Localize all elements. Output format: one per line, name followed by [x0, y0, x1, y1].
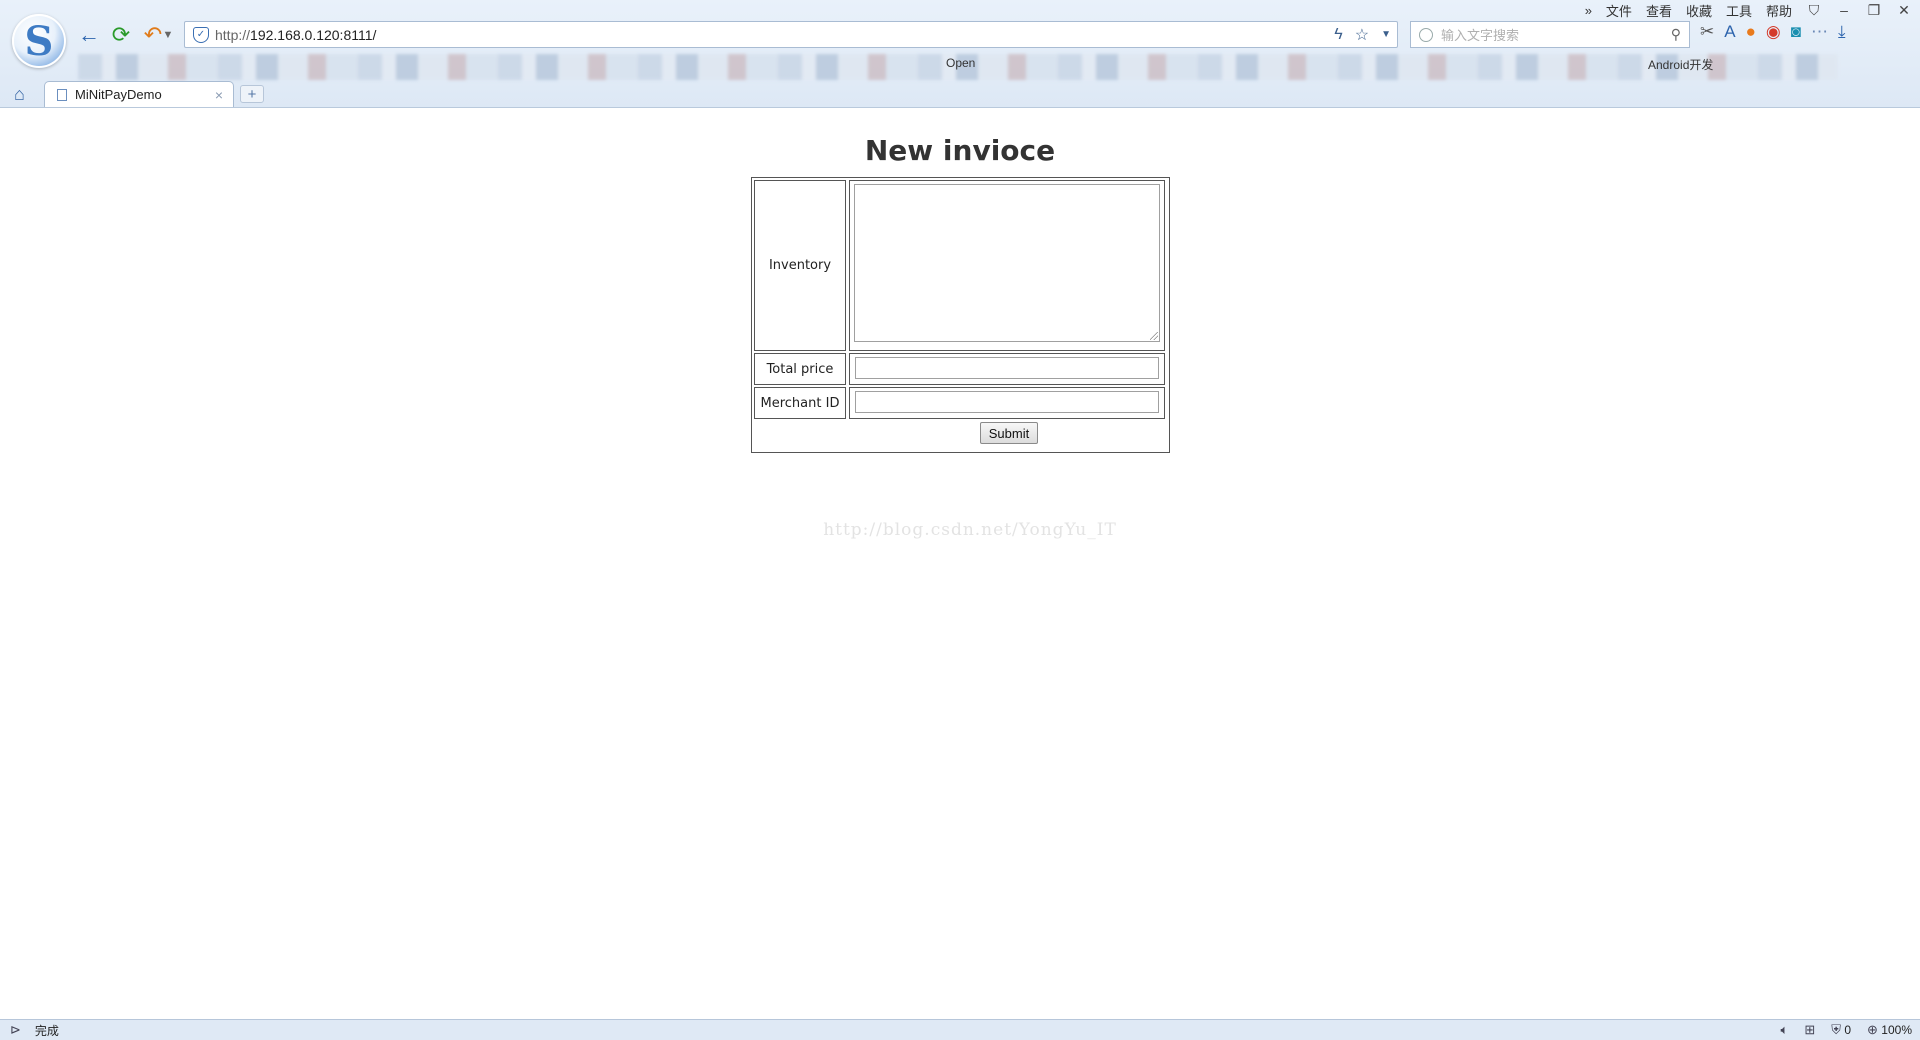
lightning-icon[interactable]: ϟ — [1334, 26, 1342, 44]
resize-grip-icon[interactable] — [1150, 332, 1158, 340]
menu-help[interactable]: 帮助 — [1766, 1, 1792, 20]
total-price-input[interactable] — [855, 357, 1159, 379]
total-price-label-cell: Total price — [754, 353, 846, 385]
watermark-text: http://blog.csdn.net/YongYu_IT — [823, 520, 1117, 540]
more-options-icon[interactable]: ⋯ — [1811, 22, 1828, 42]
browser-logo-icon[interactable]: S — [12, 14, 66, 68]
window-menu-bar: » 文件 查看 收藏 工具 帮助 ⛉ – ❐ ✕ — [1585, 0, 1912, 20]
inventory-textarea[interactable] — [854, 184, 1160, 342]
volume-icon[interactable]: 🔈︎ — [1781, 1022, 1789, 1038]
address-bar[interactable]: ✓ http://192.168.0.120:8111/ ϟ ☆ ▼ — [184, 21, 1398, 48]
skin-shirt-icon[interactable]: ⛉ — [1806, 2, 1822, 19]
inventory-input-cell — [849, 180, 1165, 351]
home-icon[interactable]: ⌂ — [14, 84, 25, 105]
status-bar: ⊳ 完成 🔈︎ ⊞ ⛨ 0 ⊕ 100% — [0, 1019, 1920, 1040]
screenshot-scissors-icon[interactable]: ✂ — [1700, 22, 1714, 42]
status-text: 完成 — [34, 1023, 59, 1038]
zoom-level[interactable]: ⊕ 100% — [1867, 1022, 1912, 1038]
tab-close-icon[interactable]: × — [215, 87, 223, 103]
submit-button[interactable]: Submit — [980, 422, 1038, 444]
inventory-label: Inventory — [768, 258, 832, 273]
sidebar-toggle-icon[interactable]: ⊳ — [10, 1022, 21, 1038]
bookmark-open[interactable]: Open — [946, 56, 975, 70]
weibo-icon[interactable]: ◉ — [1766, 22, 1781, 42]
extension-orange-icon[interactable]: ● — [1746, 22, 1756, 42]
briefcase-icon[interactable]: ⊞ — [1804, 1022, 1815, 1038]
security-shield-icon: ✓ — [193, 26, 209, 43]
merchant-id-label-cell: Merchant ID — [754, 387, 846, 419]
star-bookmark-icon[interactable]: ☆ — [1355, 25, 1369, 45]
restore-button[interactable]: ❐ — [1866, 2, 1882, 19]
total-price-input-cell — [849, 353, 1165, 385]
shield-counter[interactable]: ⛨ 0 — [1831, 1022, 1851, 1038]
shield-icon: ⛨ — [1831, 1022, 1842, 1037]
minimize-button[interactable]: – — [1836, 2, 1852, 18]
merchant-id-input-cell — [849, 387, 1165, 419]
page-title: New invioce — [864, 134, 1056, 167]
close-window-button[interactable]: ✕ — [1896, 2, 1912, 19]
undo-dropdown-chevron-down-icon[interactable]: ▼ — [162, 22, 174, 48]
web-page: New invioce Inventory Total price Mercha… — [0, 108, 1920, 1019]
address-dropdown-chevron-down-icon[interactable]: ▼ — [1381, 29, 1391, 40]
menu-tools[interactable]: 工具 — [1726, 1, 1752, 20]
translate-icon[interactable]: A — [1724, 22, 1735, 42]
page-document-icon — [57, 88, 67, 101]
url-text[interactable]: http://192.168.0.120:8111/ — [215, 27, 1328, 43]
inventory-label-cell: Inventory — [754, 180, 846, 351]
search-extension-icon[interactable]: ◙ — [1791, 22, 1801, 42]
menu-view[interactable]: 查看 — [1646, 1, 1672, 20]
toolbar-icons: ✂ A ● ◉ ◙ ⋯ ⤓ — [1700, 22, 1846, 42]
back-arrow-icon[interactable]: ← — [76, 22, 102, 48]
search-engine-icon[interactable] — [1419, 27, 1433, 42]
bookmark-android[interactable]: Android开发 — [1648, 56, 1713, 73]
menu-file[interactable]: 文件 — [1606, 1, 1632, 20]
total-price-label: Total price — [766, 361, 834, 377]
menu-favorites[interactable]: 收藏 — [1686, 1, 1712, 20]
tab-title: MiNitPayDemo — [75, 87, 162, 102]
search-placeholder: 输入文字搜索 — [1441, 28, 1520, 43]
search-box[interactable]: 输入文字搜索 ⚲ — [1410, 21, 1690, 48]
zoom-icon: ⊕ — [1867, 1022, 1878, 1037]
invoice-form-table: Inventory Total price Merchant ID Submit — [751, 177, 1170, 453]
search-icon[interactable]: ⚲ — [1671, 26, 1681, 43]
more-chevron-icon[interactable]: » — [1585, 3, 1592, 18]
merchant-id-input[interactable] — [855, 391, 1159, 413]
merchant-id-label: Merchant ID — [760, 395, 840, 411]
new-tab-button[interactable]: + — [240, 85, 264, 103]
refresh-icon[interactable]: ⟳ — [108, 22, 134, 48]
tab-minitpaydemo[interactable]: MiNitPayDemo × — [44, 81, 234, 107]
browser-chrome: S » 文件 查看 收藏 工具 帮助 ⛉ – ❐ ✕ ← ⟳ ↶ ▼ ✓ htt… — [0, 0, 1920, 108]
download-icon[interactable]: ⤓ — [1838, 22, 1846, 42]
